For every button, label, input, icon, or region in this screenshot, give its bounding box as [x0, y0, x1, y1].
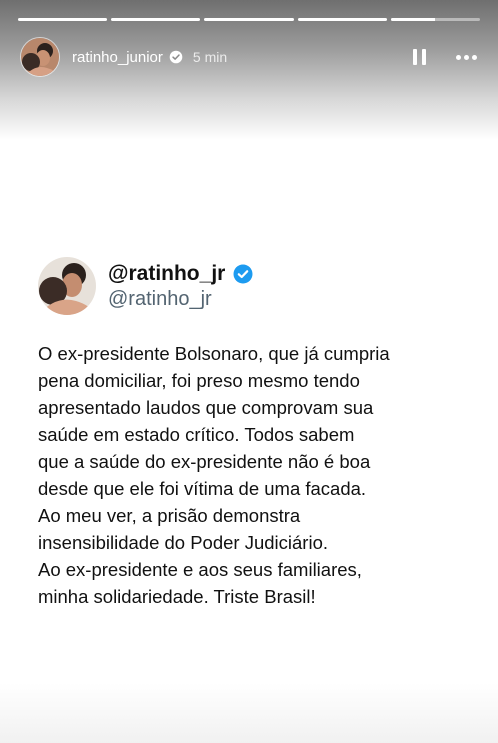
story-username[interactable]: ratinho_junior — [72, 49, 163, 66]
story-progress-bar — [18, 18, 481, 21]
story-timestamp: 5 min — [192, 49, 228, 65]
tweet-display-name: @ratinho_jr — [108, 261, 226, 285]
story-progress-segment[interactable] — [297, 18, 387, 21]
tweet-body-text: O ex-presidente Bolsonaro, que já cumpri… — [38, 343, 390, 607]
story-bottom-gradient — [0, 683, 498, 743]
more-icon[interactable] — [452, 46, 480, 68]
tweet-header: @ratinho_jr @ratinho_jr — [38, 256, 253, 316]
story-avatar[interactable] — [20, 37, 60, 77]
tweet-avatar — [38, 257, 96, 315]
story-progress-segment[interactable] — [111, 18, 201, 21]
pause-icon[interactable] — [408, 46, 430, 68]
verified-badge-icon — [233, 264, 253, 283]
story-progress-segment[interactable] — [204, 18, 294, 21]
story-progress-segment[interactable] — [18, 18, 108, 21]
verified-badge-icon — [169, 50, 183, 64]
story-header: ratinho_junior 5 min — [20, 36, 480, 78]
story-progress-segment[interactable] — [390, 18, 481, 21]
tweet-handle: @ratinho_jr — [108, 287, 212, 310]
